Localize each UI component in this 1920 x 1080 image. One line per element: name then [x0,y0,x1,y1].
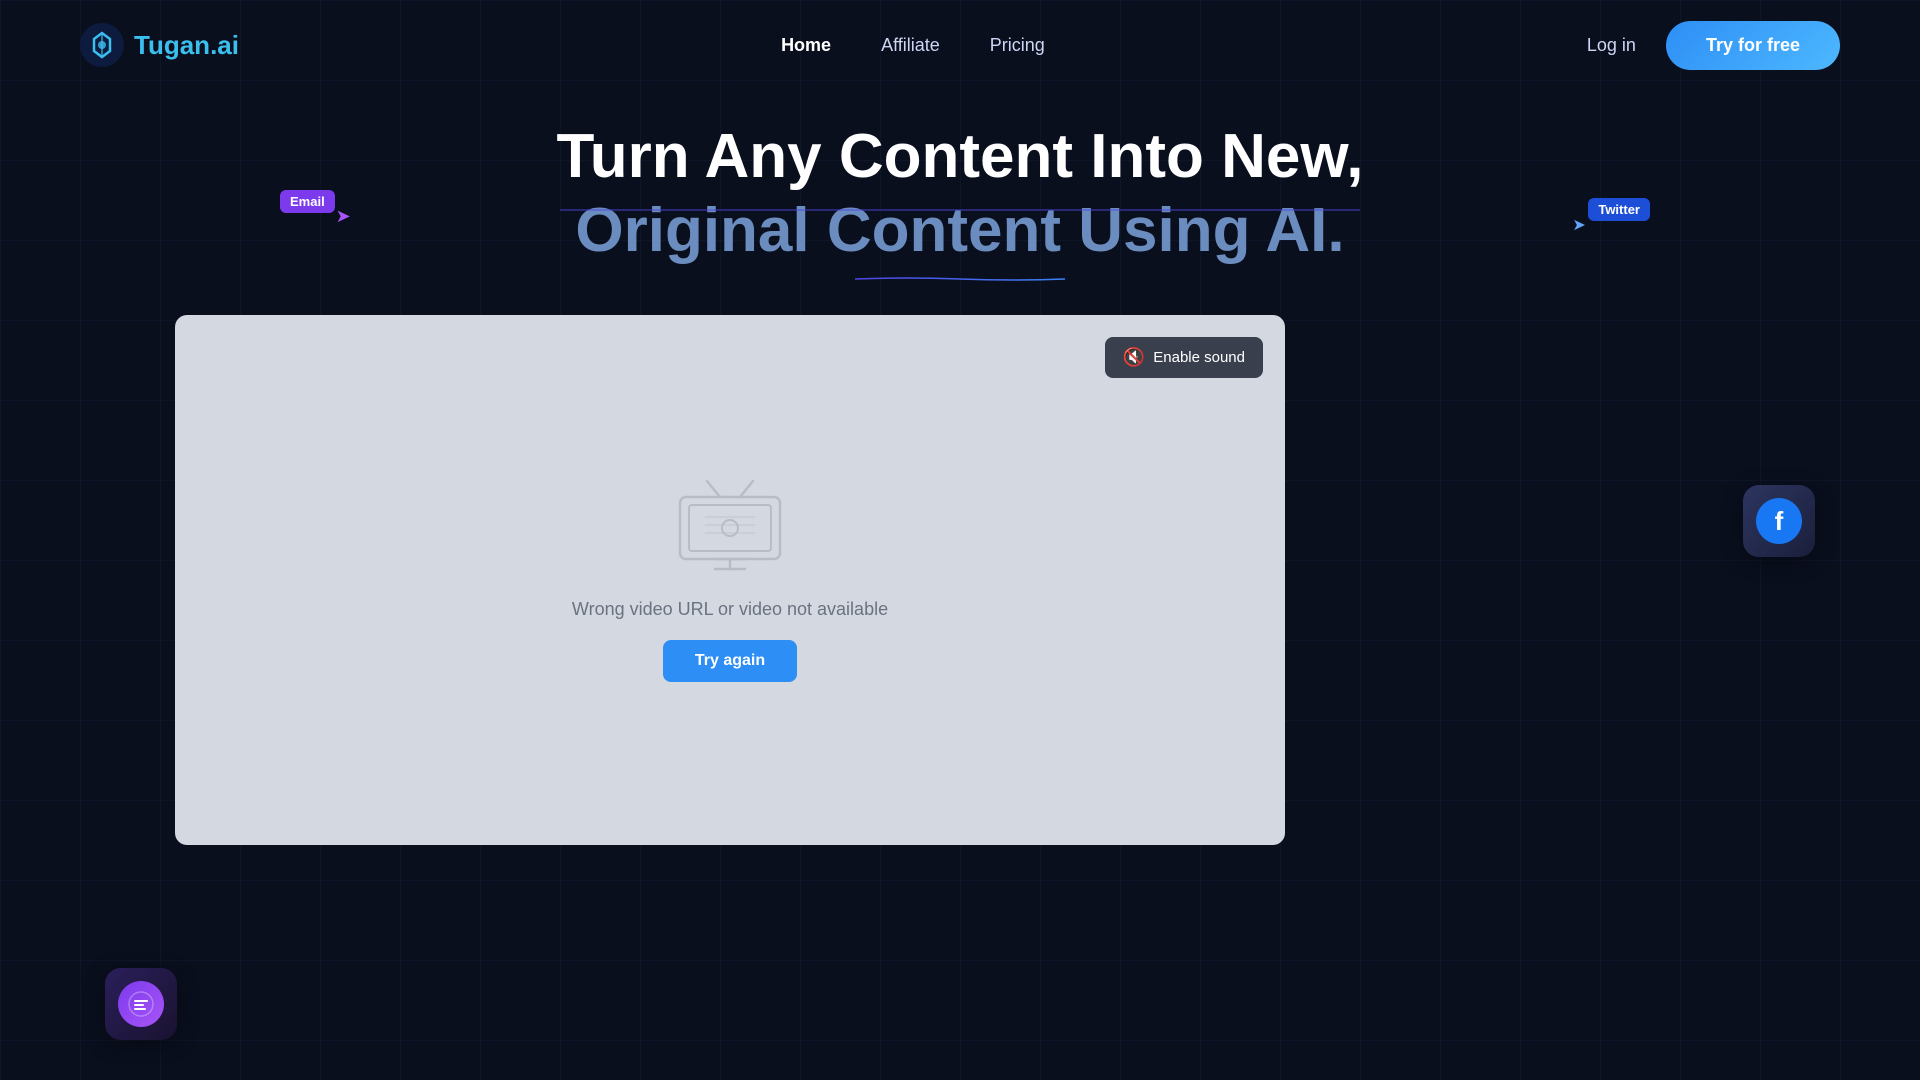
try-free-button[interactable]: Try for free [1666,21,1840,70]
nav-affiliate[interactable]: Affiliate [881,35,940,56]
hero-title: Turn Any Content Into New, Original Cont… [556,120,1363,269]
facebook-float-button[interactable]: f [1743,485,1815,557]
email-badge-label: Email [280,190,335,213]
hero-title-line2: Original Content Using AI. [575,196,1344,265]
logo-text-main: Tugan [134,30,210,60]
twitter-cursor-icon: ➤ [1572,215,1585,235]
hero-title-line1: Turn Any Content Into New, [556,122,1363,191]
header: Tugan.ai Home Affiliate Pricing Log in T… [0,0,1920,90]
enable-sound-button[interactable]: 🔇 Enable sound [1105,337,1263,378]
twitter-badge-label: Twitter [1588,198,1650,221]
nav-home[interactable]: Home [781,35,831,56]
mute-icon: 🔇 [1123,347,1145,368]
login-button[interactable]: Log in [1587,35,1636,56]
floating-email-badge: Email ➤ [280,190,335,213]
logo-text: Tugan.ai [134,30,239,61]
video-error-container: Wrong video URL or video not available T… [572,479,888,682]
logo-text-accent: .ai [210,30,239,60]
enable-sound-label: Enable sound [1153,349,1245,366]
nav-pricing[interactable]: Pricing [990,35,1045,56]
hero-section: Email ➤ ➤ Twitter Turn Any Content Into … [0,90,1920,281]
header-actions: Log in Try for free [1587,21,1840,70]
video-error-message: Wrong video URL or video not available [572,599,888,620]
email-cursor-icon: ➤ [336,206,351,227]
tv-error-icon [665,479,795,579]
facebook-icon: f [1756,498,1802,544]
floating-twitter-badge: ➤ Twitter [1588,198,1650,221]
chat-icon [118,981,164,1027]
logo-icon [80,23,124,67]
hero-underline-decoration [750,277,1170,281]
chat-widget-button[interactable] [105,968,177,1040]
try-again-button[interactable]: Try again [663,640,797,682]
video-player-container: 🔇 Enable sound Wrong video URL or video … [175,315,1285,845]
main-nav: Home Affiliate Pricing [781,35,1045,56]
logo[interactable]: Tugan.ai [80,23,239,67]
